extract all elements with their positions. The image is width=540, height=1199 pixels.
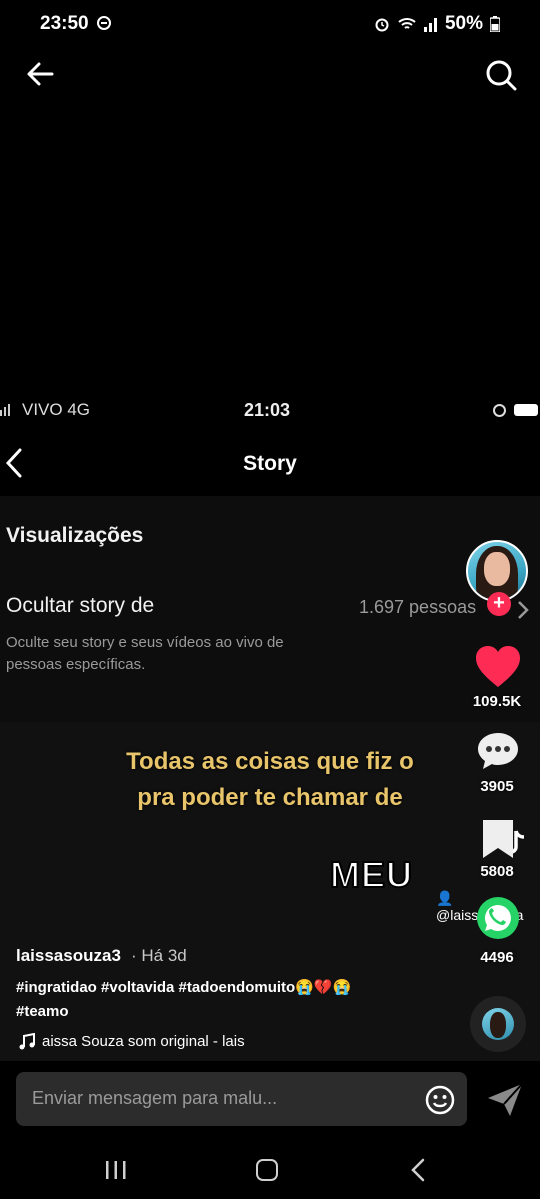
- save-count: 5808: [480, 863, 514, 880]
- ocultar-description: Oculte seu story e seus vídeos ao vivo d…: [6, 634, 284, 673]
- story-header: Story: [0, 436, 540, 497]
- message-placeholder: Enviar mensagem para malu...: [32, 1088, 278, 1108]
- carrier-label: VIVO 4G: [22, 400, 91, 419]
- story-title: Story: [243, 452, 297, 475]
- signal-icon: [423, 18, 437, 32]
- wifi-icon: [398, 18, 416, 29]
- emoji-icon[interactable]: [425, 1085, 455, 1115]
- share-count: 4496: [480, 949, 514, 966]
- bookmark-icon[interactable]: [480, 818, 516, 860]
- signal-icon: [0, 404, 10, 416]
- arrow-left-icon[interactable]: [24, 58, 56, 90]
- caption-meu: MEU: [329, 853, 413, 896]
- post-username[interactable]: laissasouza3: [16, 946, 121, 966]
- rotation-lock-icon: [493, 404, 506, 417]
- music-label[interactable]: aissa Souza som original - lais: [42, 1033, 245, 1050]
- music-note-icon: [19, 1033, 35, 1050]
- comment-icon[interactable]: [476, 730, 520, 774]
- recent-apps-icon[interactable]: [104, 1160, 128, 1180]
- home-button-icon[interactable]: [256, 1159, 278, 1181]
- battery-icon: [490, 16, 500, 32]
- message-input[interactable]: Enviar mensagem para malu...: [16, 1072, 467, 1126]
- person-icon: 👤: [436, 890, 454, 906]
- story-settings: Visualizações Ocultar story de 1.697 pes…: [0, 496, 540, 722]
- send-icon[interactable]: [486, 1082, 524, 1118]
- status-time: 23:50: [40, 13, 89, 34]
- battery-icon: [514, 404, 538, 416]
- alarm-icon: [375, 18, 389, 32]
- search-icon[interactable]: [484, 58, 518, 92]
- caption-line-1: Todas as coisas que fiz o: [126, 748, 414, 775]
- post-age: · Há 3d: [131, 946, 187, 965]
- like-heart-icon[interactable]: [475, 645, 521, 689]
- ocultar-count: 1.697 pessoas: [359, 597, 477, 617]
- post-hashtags-line-2[interactable]: #teamo: [16, 1003, 69, 1020]
- comment-count: 3905: [480, 778, 514, 795]
- video-inner-status-bar: VIVO 4G 21:03: [0, 388, 540, 436]
- system-back-icon[interactable]: [410, 1158, 426, 1182]
- battery-percent: 50%: [444, 13, 483, 34]
- music-disc[interactable]: [470, 996, 526, 1052]
- visualizacoes-label: Visualizações: [6, 524, 144, 547]
- follow-plus-icon[interactable]: +: [487, 592, 511, 616]
- inner-time: 21:03: [244, 400, 291, 420]
- status-right: 50%: [374, 13, 500, 35]
- chevron-right-icon: [518, 601, 529, 619]
- whatsapp-share-icon[interactable]: [476, 896, 520, 940]
- post-hashtags-line-1[interactable]: #ingratidao #voltavida #tadoendomuito😭💔😭: [16, 978, 351, 996]
- do-not-disturb-icon: [97, 16, 111, 30]
- status-bar: 23:50 50%: [0, 0, 540, 50]
- like-count: 109.5K: [472, 693, 522, 710]
- ocultar-story-label: Ocultar story de: [6, 594, 155, 617]
